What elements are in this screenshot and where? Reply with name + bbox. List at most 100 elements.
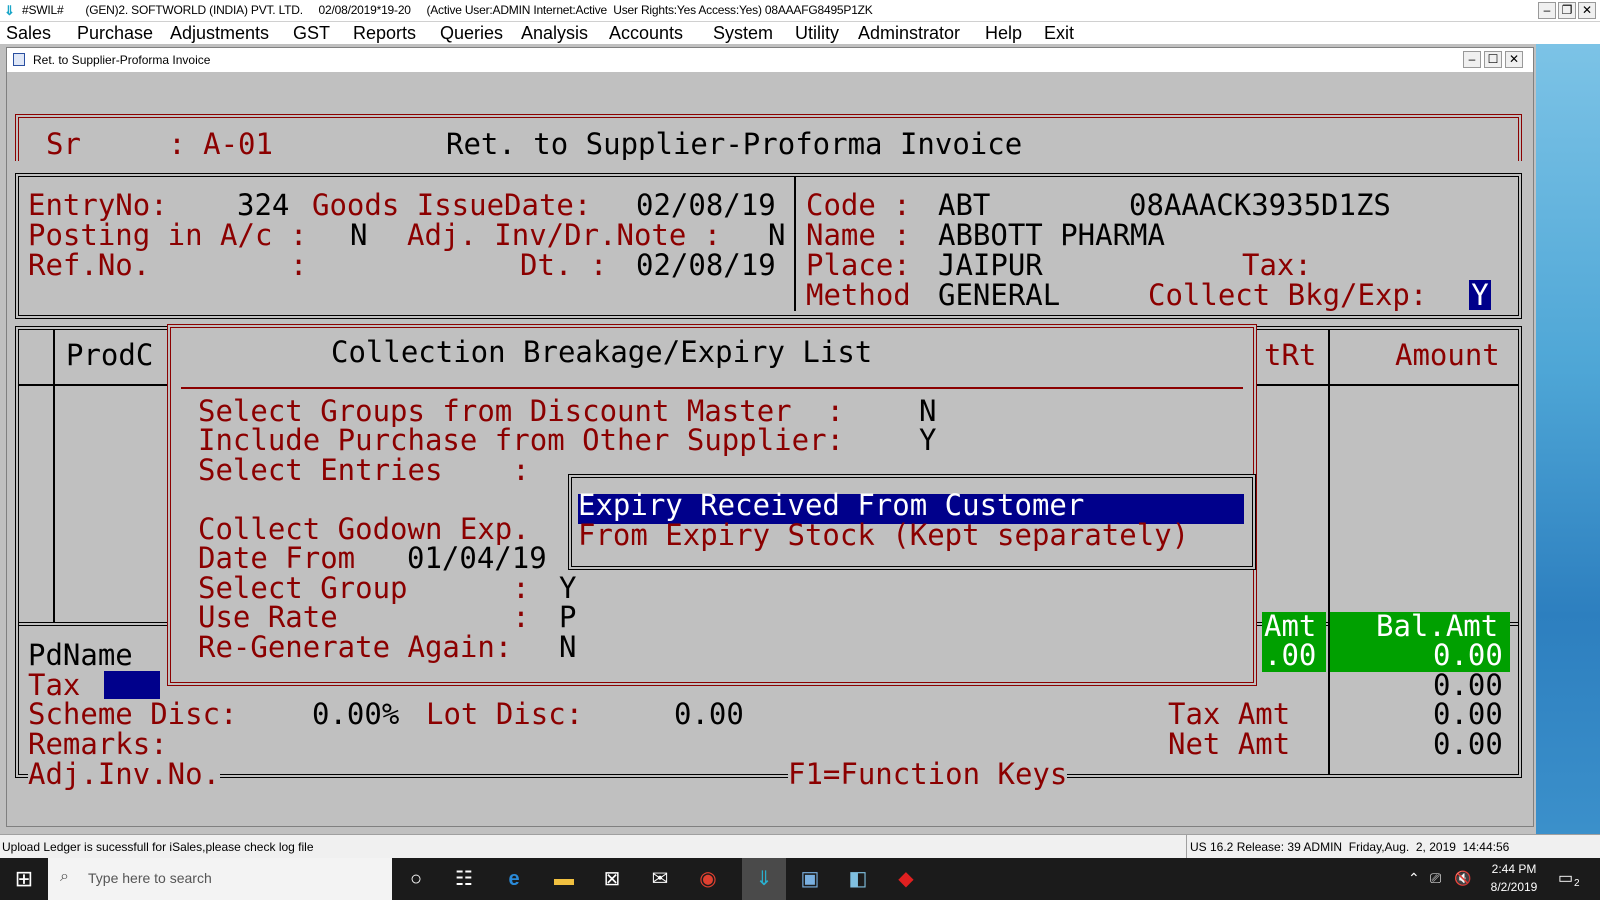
close-button[interactable]: ✕: [1578, 2, 1596, 19]
restore-button[interactable]: ❐: [1558, 2, 1576, 19]
posting-value[interactable]: N: [350, 220, 367, 250]
title-bar: ⇓ #SWIL# (GEN)2. SOFTWORLD (INDIA) PVT. …: [0, 0, 1600, 22]
regen-value[interactable]: N: [559, 632, 576, 662]
child-restore-button[interactable]: ☐: [1484, 51, 1502, 68]
status-divider: [1186, 835, 1187, 859]
menu-gst[interactable]: GST: [293, 22, 330, 44]
menu-exit[interactable]: Exit: [1044, 22, 1074, 44]
tray-chevron-icon[interactable]: ⌃: [1408, 870, 1420, 887]
bal-amt-label: Bal.Amt: [1376, 609, 1499, 643]
notification-count: 2: [1574, 878, 1580, 889]
menu-help[interactable]: Help: [985, 22, 1022, 44]
col-amount-header: Amount: [1395, 338, 1500, 372]
grid-col-line-2: [1328, 330, 1330, 774]
amt-value: .00: [1264, 638, 1317, 672]
popup-title-line: [181, 387, 1243, 389]
tax-input[interactable]: [104, 671, 160, 699]
date-from-label: Date From: [198, 541, 356, 575]
network-app-icon[interactable]: ▣: [796, 866, 824, 892]
swil-app-icon[interactable]: ⇓: [750, 866, 778, 892]
collect-label: Collect Bkg/Exp:: [1148, 278, 1428, 312]
menu-analysis[interactable]: Analysis: [521, 22, 588, 44]
menu-adjustments[interactable]: Adjustments: [170, 22, 269, 44]
method-label: Method: [806, 278, 911, 312]
volume-muted-icon[interactable]: 🔇: [1454, 870, 1471, 887]
include-value[interactable]: Y: [919, 425, 936, 455]
dt-value[interactable]: 02/08/19: [636, 250, 776, 280]
include-label: Include Purchase from Other Supplier:: [198, 423, 845, 457]
name-value: ABBOTT PHARMA: [938, 218, 1165, 252]
tax-label: Tax:: [1242, 248, 1312, 282]
option-expiry-stock[interactable]: From Expiry Stock (Kept separately): [578, 520, 1189, 550]
child-close-button[interactable]: ✕: [1505, 51, 1523, 68]
regen-label: Re-Generate Again:: [198, 630, 513, 664]
scheme-label: Scheme Disc:: [28, 697, 238, 731]
edge-icon[interactable]: e: [500, 866, 528, 892]
scheme-value: 0.00%: [312, 697, 400, 731]
place-value: JAIPUR: [938, 248, 1043, 282]
menu-purchase[interactable]: Purchase: [77, 22, 153, 44]
info-divider: [794, 177, 796, 311]
clock-date[interactable]: 8/2/2019: [1484, 880, 1544, 894]
col-trt-header: tRt: [1264, 338, 1317, 372]
menu-queries[interactable]: Queries: [440, 22, 503, 44]
popup-title: Collection Breakage/Expiry List: [331, 335, 873, 369]
use-rate-value[interactable]: P: [559, 602, 576, 632]
notification-icon[interactable]: ▭: [1558, 868, 1573, 888]
row1-value: 0.00: [1433, 668, 1503, 702]
menu-utility[interactable]: Utility: [795, 22, 839, 44]
tax-amt-label: Tax Amt: [1168, 697, 1291, 731]
lot-label: Lot Disc:: [426, 697, 584, 731]
network-tray-icon[interactable]: ⎚: [1430, 870, 1441, 887]
menu-adminstrator[interactable]: Adminstrator: [858, 22, 960, 44]
grid-col-line-1: [53, 330, 55, 622]
task-view-icon[interactable]: ○: [402, 866, 430, 892]
store-icon[interactable]: ⊠: [598, 866, 626, 892]
goods-issue-date[interactable]: 02/08/19: [636, 190, 776, 220]
godown-label: Collect Godown Exp.: [198, 512, 530, 546]
tax-amt-value: 0.00: [1433, 697, 1503, 731]
clock-time[interactable]: 2:44 PM: [1484, 862, 1544, 876]
child-minimize-button[interactable]: –: [1463, 51, 1481, 68]
taskbar-search[interactable]: ⌕ Type here to search: [48, 858, 392, 900]
notes-app-icon[interactable]: ◧: [844, 866, 872, 892]
tax-footer-label: Tax: [28, 668, 81, 702]
document-icon: [13, 53, 25, 66]
amt-label: Amt: [1264, 609, 1317, 643]
status-version: US 16.2 Release: 39 ADMIN Friday,Aug. 2,…: [1190, 840, 1510, 854]
menu-system[interactable]: System: [713, 22, 773, 44]
select-group-label: Select Group :: [198, 571, 530, 605]
menu-accounts[interactable]: Accounts: [609, 22, 683, 44]
code-value[interactable]: ABT: [938, 190, 990, 220]
minimize-button[interactable]: –: [1538, 2, 1556, 19]
option-expiry-from-customer[interactable]: Expiry Received From Customer: [578, 490, 1084, 520]
red-app-icon[interactable]: ◆: [892, 866, 920, 892]
taskbar: ⊞ ⌕ Type here to search ○ ☷ e ▬ ⊠ ✉ ◉ ⇓ …: [0, 858, 1600, 900]
lot-value: 0.00: [674, 697, 744, 731]
collect-value[interactable]: Y: [1469, 280, 1491, 310]
goods-issue-label: Goods IssueDate:: [312, 188, 592, 222]
menu-reports[interactable]: Reports: [353, 22, 416, 44]
adj-value[interactable]: N: [768, 220, 785, 250]
windows-start-icon[interactable]: ⊞: [10, 866, 38, 892]
gstin: 08AAACK3935D1ZS: [1129, 188, 1391, 222]
entry-no[interactable]: 324: [237, 190, 289, 220]
search-icon: ⌕: [60, 868, 69, 885]
status-message: Upload Ledger is sucessfull for iSales,p…: [2, 840, 314, 854]
mail-icon[interactable]: ✉: [646, 866, 674, 892]
net-amt-value: 0.00: [1433, 727, 1503, 761]
select-group-value[interactable]: Y: [559, 573, 576, 603]
search-placeholder: Type here to search: [88, 870, 212, 886]
chrome-icon[interactable]: ◉: [694, 866, 722, 892]
form-title: Ret. to Supplier-Proforma Invoice: [446, 127, 1023, 161]
groups-value[interactable]: N: [919, 396, 936, 426]
menu-sales[interactable]: Sales: [6, 22, 51, 44]
task-manager-icon[interactable]: ☷: [450, 866, 478, 892]
date-from-value[interactable]: 01/04/19: [407, 543, 547, 573]
status-bar: Upload Ledger is sucessfull for iSales,p…: [0, 834, 1600, 859]
file-explorer-icon[interactable]: ▬: [550, 866, 578, 892]
adj-label: Adj. Inv/Dr.Note :: [407, 218, 722, 252]
window-title: #SWIL# (GEN)2. SOFTWORLD (INDIA) PVT. LT…: [22, 3, 873, 17]
entry-label: EntryNo:: [28, 188, 168, 222]
net-amt-label: Net Amt: [1168, 727, 1291, 761]
